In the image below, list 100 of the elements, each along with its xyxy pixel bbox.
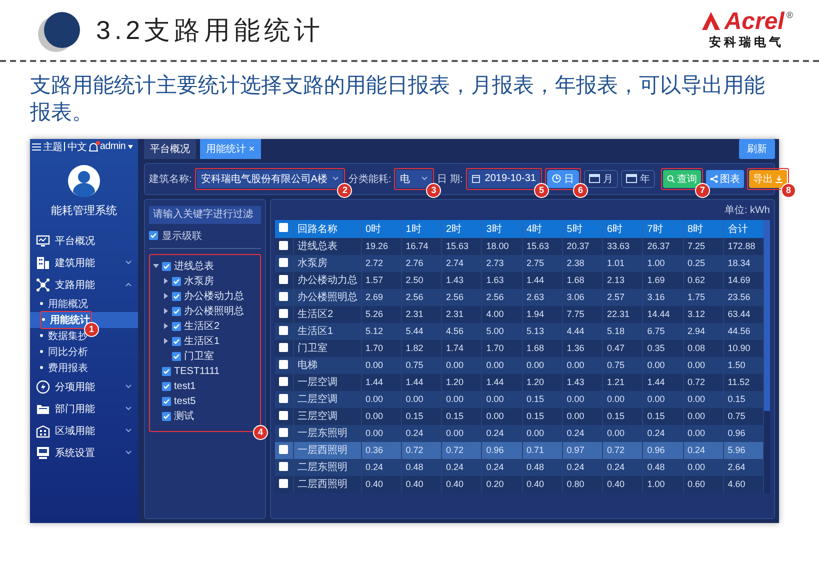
sidebar-subitem[interactable]: 用能统计 [42,312,90,327]
table-row[interactable]: 生活区1 5.12 5.44 4.56 5.00 5.13 4.44 5.18 6.75 2.94 44.56 [275,322,764,340]
checkbox[interactable] [279,258,288,267]
tree-item-label[interactable]: 水泵房 [184,274,214,288]
menu-icon[interactable] [32,142,41,151]
tab[interactable]: 平台概况 [144,138,196,159]
date-field[interactable]: 2019-10-31 [468,170,540,188]
theme-link[interactable]: 主题 [43,140,62,154]
tree-item-label[interactable]: test1 [174,380,196,392]
table-row[interactable]: 一层西照明 0.36 0.72 0.72 0.96 0.71 0.97 0.72 0.96 0.24 5.96 [275,442,764,459]
checkbox[interactable] [279,342,288,352]
tree-toggle-icon[interactable] [153,263,159,270]
column-header[interactable]: 3时 [482,220,522,238]
checkbox[interactable] [279,444,288,454]
tree-item-label[interactable]: 生活区2 [184,319,220,334]
column-header[interactable]: 6时 [602,220,643,238]
caret-icon[interactable] [128,144,133,149]
checkbox[interactable] [162,262,171,271]
checkbox[interactable] [172,336,181,346]
sidebar-item[interactable]: 区域用能 [30,420,138,442]
sidebar-subitem[interactable]: 同比分析 [40,344,88,359]
sidebar-item[interactable]: 部门用能 [30,398,138,420]
checkbox[interactable] [279,308,288,318]
checkbox[interactable] [172,322,181,331]
checkbox[interactable] [162,382,171,391]
checkbox[interactable] [162,366,171,376]
table-row[interactable]: 生活区2 5.26 2.31 2.31 4.00 1.94 7.75 22.31 14.44 3.12 63.44 [275,306,764,323]
category-select[interactable]: 电 [396,170,432,188]
column-header[interactable]: 合计 [723,220,764,238]
table-row[interactable]: 办公楼照明总 2.69 2.56 2.56 2.56 2.63 3.06 2.57 3.16 1.75 23.56 [275,288,764,306]
checkbox[interactable] [279,428,288,437]
checkbox-label[interactable]: 显示级联 [162,228,202,243]
column-header[interactable]: 2时 [442,220,482,238]
column-header[interactable]: 0时 [361,220,402,238]
table-row[interactable]: 一层东照明 0.00 0.24 0.00 0.24 0.00 0.24 0.00 0.24 0.00 0.96 [275,424,764,442]
slide-title: 3.2支路用能统计 [96,14,324,46]
tree-item-label[interactable]: 办公楼动力总 [184,289,244,304]
table-row[interactable]: 二层西照明 0.40 0.40 0.40 0.20 0.40 0.80 0.40 1.00 0.60 4.60 [275,476,764,493]
column-header[interactable]: 5时 [562,220,602,238]
sidebar-subitem[interactable]: 费用报表 [40,360,88,375]
table-row[interactable]: 二层东照明 0.24 0.48 0.24 0.24 0.48 0.24 0.24 0.48 0.00 2.64 [275,458,764,476]
tree-item-label[interactable]: test5 [174,396,196,407]
tree-filter-field[interactable]: 请输入关键字进行过滤 [149,206,261,224]
table-row[interactable]: 一层空调 1.44 1.44 1.20 1.44 1.20 1.43 1.21 1.44 0.72 11.52 [275,374,764,391]
checkbox[interactable] [172,306,181,316]
checkbox[interactable] [279,376,288,386]
sidebar-item[interactable]: 系统设置 [30,442,138,464]
sidebar-item[interactable]: 分项用能 [30,376,138,398]
table-row[interactable]: 水泵房 2.72 2.76 2.74 2.73 2.75 2.38 1.01 1.00 0.25 18.34 [275,254,764,272]
period-button[interactable]: 月 [584,170,618,188]
checkbox[interactable] [279,394,288,403]
table-row[interactable]: 进线总表 19.26 16.74 15.63 18.00 15.63 20.37 33.63 26.37 7.25 172.88 [275,238,764,255]
column-header[interactable]: 8时 [683,220,724,238]
scrollbar[interactable] [764,220,770,493]
tree-item-label[interactable]: 办公楼照明总 [184,304,244,318]
checkbox[interactable] [172,352,181,361]
checkbox[interactable] [279,360,288,369]
checkbox[interactable] [162,396,171,406]
tree-toggle-icon[interactable] [163,323,169,330]
sidebar-item[interactable]: 建筑用能 [30,252,138,274]
sidebar-item[interactable]: 支路用能 [30,274,138,296]
tree-item-label[interactable]: 门卫室 [184,349,214,364]
table-row[interactable]: 二层空调 0.00 0.00 0.00 0.00 0.15 0.00 0.00 0.00 0.00 0.15 [275,390,764,408]
tree-item-label[interactable]: 测试 [174,409,194,424]
checkbox[interactable] [279,462,288,471]
table-cell: 0.20 [482,476,522,493]
tree-toggle-icon[interactable] [163,293,169,300]
column-header[interactable]: 1时 [401,220,442,238]
bell-icon[interactable] [88,142,98,152]
checkbox[interactable] [279,240,288,250]
table-row[interactable]: 电梯 0.00 0.75 0.00 0.00 0.00 0.00 0.75 0.00 0.00 1.50 [275,356,764,374]
checkbox[interactable] [172,276,181,286]
tree-toggle-icon[interactable] [163,338,169,344]
checkbox[interactable] [172,292,181,301]
checkbox[interactable] [162,412,171,421]
checkbox[interactable] [279,326,288,335]
sidebar-subitem[interactable]: 用能概况 [40,296,88,311]
column-header[interactable]: 7时 [642,220,683,238]
period-button[interactable]: 年 [620,170,655,188]
checkbox[interactable] [279,410,288,420]
tree-toggle-icon[interactable] [163,278,169,284]
checkbox[interactable] [279,222,288,232]
user-menu[interactable]: admin [100,141,126,152]
column-header[interactable]: 4时 [522,220,562,238]
tree-item-label[interactable]: TEST1111 [174,366,220,377]
building-select[interactable]: 安科瑞电气股份有限公司A楼 [196,170,344,188]
sidebar-item[interactable]: 平台概况 [30,230,138,252]
checkbox[interactable] [279,292,288,301]
table-row[interactable]: 办公楼动力总 1.57 2.50 1.43 1.63 1.44 1.68 2.13 1.69 0.62 14.69 [275,272,764,289]
tree-toggle-icon[interactable] [163,308,169,314]
table-row[interactable]: 三层空调 0.00 0.15 0.15 0.00 0.15 0.00 0.15 0.15 0.00 0.75 [275,408,764,425]
language-link[interactable]: 中文 [67,140,87,154]
table-cell: 0.40 [401,476,442,493]
checkbox[interactable] [149,231,158,240]
column-header[interactable]: 回路名称 [293,220,361,238]
checkbox[interactable] [279,478,288,488]
checkbox[interactable] [279,274,288,284]
tree-item-label[interactable]: 生活区1 [184,334,220,348]
table-row[interactable]: 门卫室 1.70 1.82 1.74 1.70 1.68 1.36 0.47 0.35 0.08 10.90 [275,340,764,357]
tree-item-label[interactable]: 进线总表 [174,259,214,274]
